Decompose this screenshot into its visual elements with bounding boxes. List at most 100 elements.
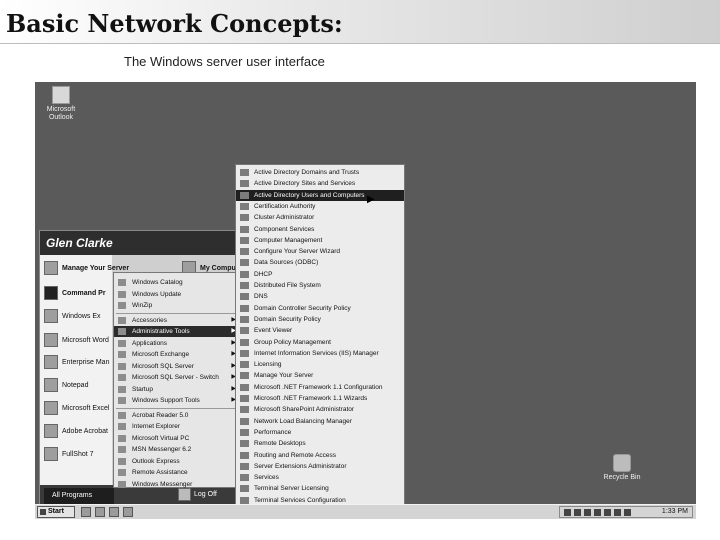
start-menu-item-windows-explorer[interactable]: Windows Ex (44, 309, 101, 323)
programs-menu-item-acrobat-reader-5-0[interactable]: Acrobat Reader 5.0 (114, 410, 240, 421)
tray-security-icon[interactable] (574, 509, 581, 516)
log-off-icon (178, 488, 191, 501)
admin-tools-item-routing-and-remote-access[interactable]: Routing and Remote Access (236, 450, 404, 461)
programs-menu-item-windows-messenger[interactable]: Windows Messenger (114, 479, 240, 490)
performance-icon (240, 428, 249, 436)
admin-tools-item-network-load-balancing-manager[interactable]: Network Load Balancing Manager (236, 416, 404, 427)
admin-tools-item-label: Component Services (254, 225, 315, 233)
quick-launch-ie-icon[interactable] (109, 507, 119, 517)
programs-menu-item-windows-catalog[interactable]: Windows Catalog (114, 277, 240, 288)
admin-tools-item-distributed-file-system[interactable]: Distributed File System (236, 280, 404, 291)
admin-tools-item-dns[interactable]: DNS (236, 291, 404, 302)
quick-launch-explorer-icon[interactable] (95, 507, 105, 517)
programs-menu-item-startup[interactable]: Startup ▶ (114, 384, 240, 395)
programs-menu-item-windows-update[interactable]: Windows Update (114, 289, 240, 300)
tray-messenger-icon[interactable] (594, 509, 601, 516)
programs-menu-item-msn-messenger-6-2[interactable]: MSN Messenger 6.2 (114, 444, 240, 455)
admin-tools-item-remote-desktops[interactable]: Remote Desktops (236, 438, 404, 449)
dns-icon (240, 293, 249, 301)
group-policy-management-icon (240, 338, 249, 346)
admin-tools-item-domain-security-policy[interactable]: Domain Security Policy (236, 314, 404, 325)
tray-volume-icon[interactable] (584, 509, 591, 516)
tray-printer-icon[interactable] (614, 509, 621, 516)
log-off-button[interactable]: Log Off (178, 488, 217, 501)
admin-tools-item-terminal-server-licensing[interactable]: Terminal Server Licensing (236, 483, 404, 494)
admin-tools-item-label: Event Viewer (254, 327, 293, 335)
menu-separator (116, 407, 238, 409)
remote-assistance-icon (118, 469, 126, 476)
start-menu-item-word[interactable]: Microsoft Word (44, 333, 109, 347)
admin-tools-item-computer-management[interactable]: Computer Management (236, 235, 404, 246)
admin-tools-item-configure-your-server-wizard[interactable]: Configure Your Server Wizard (236, 246, 404, 257)
programs-menu-item-internet-explorer[interactable]: Internet Explorer (114, 421, 240, 432)
manage-server-icon (44, 261, 58, 275)
programs-menu-item-administrative-tools[interactable]: Administrative Tools ▶ (114, 326, 240, 337)
active-directory-users-and-computers-icon (240, 191, 249, 199)
start-menu-item-excel[interactable]: Microsoft Excel (44, 401, 109, 415)
admin-tools-item-active-directory-sites-and-services[interactable]: Active Directory Sites and Services (236, 178, 404, 189)
fullshot-icon (44, 447, 58, 461)
admin-tools-item-manage-your-server[interactable]: Manage Your Server (236, 370, 404, 381)
admin-tools-item-performance[interactable]: Performance (236, 427, 404, 438)
admin-tools-item-data-sources-odbc[interactable]: Data Sources (ODBC) (236, 257, 404, 268)
menu-separator (116, 312, 238, 314)
admin-tools-item-label: Group Policy Management (254, 338, 331, 346)
all-programs-menu: Windows Catalog Windows Update WinZip Acces… (113, 272, 241, 488)
start-menu-item-notepad[interactable]: Notepad (44, 378, 88, 392)
programs-menu-item-microsoft-sql-server-switch[interactable]: Microsoft SQL Server - Switch ▶ (114, 372, 240, 383)
tray-display-icon[interactable] (624, 509, 631, 516)
programs-menu-item-label: Windows Catalog (132, 279, 183, 286)
remote-desktops-icon (240, 440, 249, 448)
admin-tools-item-microsoft-sharepoint-administrator[interactable]: Microsoft SharePoint Administrator (236, 404, 404, 415)
start-button[interactable]: Start (37, 506, 75, 518)
programs-menu-item-label: WinZip (132, 302, 153, 309)
admin-tools-item-microsoft-net-framework-1-1-configuration[interactable]: Microsoft .NET Framework 1.1 Configurati… (236, 382, 404, 393)
admin-tools-item-microsoft-net-framework-1-1-wizards[interactable]: Microsoft .NET Framework 1.1 Wizards (236, 393, 404, 404)
programs-menu-item-windows-support-tools[interactable]: Windows Support Tools ▶ (114, 395, 240, 406)
admin-tools-item-group-policy-management[interactable]: Group Policy Management (236, 337, 404, 348)
admin-tools-item-dhcp[interactable]: DHCP (236, 269, 404, 280)
applications-icon (118, 339, 126, 347)
desktop-icon-outlook[interactable]: Microsoft Outlook (37, 86, 85, 122)
admin-tools-item-label: Active Directory Sites and Services (254, 180, 356, 188)
admin-tools-item-active-directory-users-and-computers[interactable]: Active Directory Users and Computers (236, 189, 404, 201)
programs-menu-item-microsoft-virtual-pc[interactable]: Microsoft Virtual PC (114, 433, 240, 444)
programs-menu-item-winzip[interactable]: WinZip (114, 300, 240, 311)
system-tray: 1:33 PM (559, 506, 693, 518)
programs-menu-item-remote-assistance[interactable]: Remote Assistance (114, 467, 240, 478)
certification-authority-icon (240, 202, 249, 210)
admin-tools-item-internet-information-services-iis-manager[interactable]: Internet Information Services (IIS) Mana… (236, 348, 404, 359)
tray-update-icon[interactable] (604, 509, 611, 516)
start-menu-item-command-prompt[interactable]: Command Pr (44, 286, 106, 300)
admin-tools-item-services[interactable]: Services (236, 472, 404, 483)
quick-launch-desktop-icon[interactable] (81, 507, 91, 517)
admin-tools-item-certification-authority[interactable]: Certification Authority (236, 201, 404, 212)
start-menu-item-enterprise-manager[interactable]: Enterprise Man (44, 355, 109, 369)
manage-your-server-icon (240, 372, 249, 380)
tray-network-icon[interactable] (564, 509, 571, 516)
programs-menu-item-microsoft-exchange[interactable]: Microsoft Exchange ▶ (114, 349, 240, 360)
admin-tools-item-component-services[interactable]: Component Services (236, 224, 404, 235)
start-menu-item-fullshot[interactable]: FullShot 7 (44, 447, 94, 461)
admin-tools-item-label: Domain Security Policy (254, 315, 321, 323)
admin-tools-item-label: Active Directory Domains and Trusts (254, 169, 360, 176)
admin-tools-item-active-directory-domains-and-trusts[interactable]: Active Directory Domains and Trusts (236, 167, 404, 178)
admin-tools-item-event-viewer[interactable]: Event Viewer (236, 325, 404, 336)
admin-tools-item-cluster-administrator[interactable]: Cluster Administrator (236, 212, 404, 223)
startup-icon (118, 385, 126, 393)
programs-menu-item-outlook-express[interactable]: Outlook Express (114, 456, 240, 467)
programs-menu-item-label: MSN Messenger 6.2 (132, 446, 192, 453)
start-menu-item-acrobat[interactable]: Adobe Acrobat (44, 424, 108, 438)
admin-tools-item-domain-controller-security-policy[interactable]: Domain Controller Security Policy (236, 303, 404, 314)
programs-menu-item-accessories[interactable]: Accessories ▶ (114, 315, 240, 326)
desktop-icon-recycle-bin[interactable]: Recycle Bin (595, 454, 649, 482)
all-programs-button[interactable]: All Programs (44, 488, 114, 504)
quick-launch-media-icon[interactable] (123, 507, 133, 517)
admin-tools-item-label: Internet Information Services (IIS) Mana… (254, 349, 379, 357)
programs-menu-item-microsoft-sql-server[interactable]: Microsoft SQL Server ▶ (114, 361, 240, 372)
admin-tools-item-label: Data Sources (ODBC) (254, 259, 319, 267)
programs-menu-item-applications[interactable]: Applications ▶ (114, 338, 240, 349)
admin-tools-item-server-extensions-administrator[interactable]: Server Extensions Administrator (236, 461, 404, 472)
admin-tools-item-licensing[interactable]: Licensing (236, 359, 404, 370)
recycle-bin-icon (613, 454, 631, 472)
